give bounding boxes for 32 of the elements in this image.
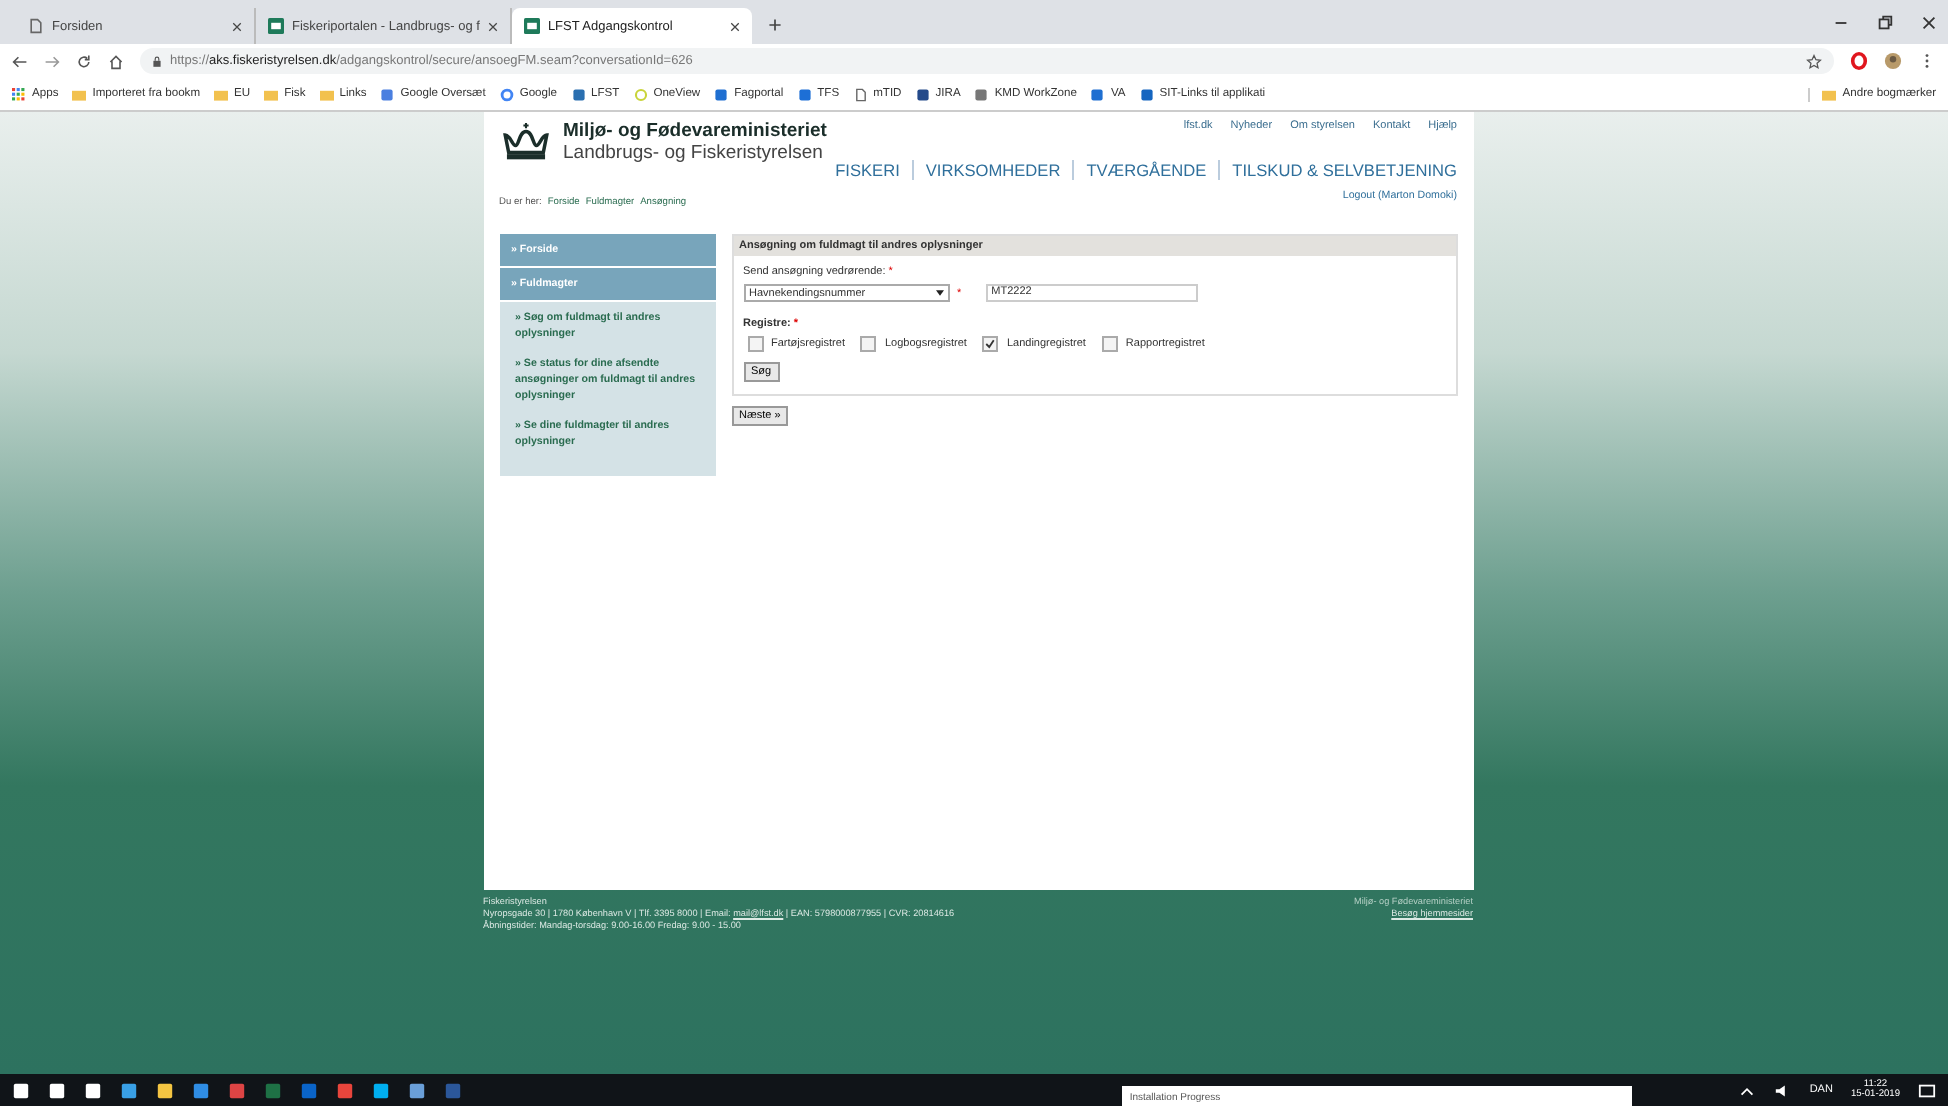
close-icon[interactable] <box>487 21 498 31</box>
main-nav-link[interactable]: FISKERI <box>835 160 900 180</box>
ministry-name: Miljø- og Fødevareministeriet <box>563 120 827 142</box>
checkbox[interactable] <box>860 336 877 352</box>
caret-icon <box>935 290 943 296</box>
notification-icon[interactable] <box>1918 1081 1936 1099</box>
page-icon <box>853 87 868 101</box>
opera-icon[interactable] <box>1850 52 1868 70</box>
close-icon[interactable] <box>232 21 242 31</box>
apps-grid-icon <box>12 87 26 101</box>
circle-icon <box>499 87 514 101</box>
back-icon[interactable] <box>12 53 28 69</box>
ring-icon <box>633 87 648 101</box>
reload-icon[interactable] <box>76 53 92 69</box>
restore-icon[interactable] <box>1876 14 1894 32</box>
main-nav-link[interactable]: TILSKUD & SELVBETJENING <box>1232 160 1457 180</box>
avatar-icon[interactable] <box>1884 52 1902 70</box>
checkbox[interactable] <box>982 336 999 352</box>
new-tab-icon[interactable] <box>767 18 782 32</box>
main-nav-link[interactable]: TVÆRGÅENDE <box>1086 160 1207 180</box>
home-icon[interactable] <box>108 53 124 69</box>
checkbox[interactable] <box>1101 336 1118 352</box>
main-nav-link[interactable]: VIRKSOMHEDER <box>925 160 1061 180</box>
lock-icon <box>152 55 162 67</box>
star-icon[interactable] <box>1806 53 1822 69</box>
agency-name: Landbrugs- og Fiskeristyrelsen <box>563 142 825 164</box>
close-icon[interactable] <box>729 21 740 31</box>
crown-logo <box>499 120 551 164</box>
checkbox[interactable] <box>747 336 763 352</box>
close-icon[interactable] <box>1920 14 1938 32</box>
forward-icon[interactable] <box>44 53 60 69</box>
page-icon <box>28 18 44 34</box>
